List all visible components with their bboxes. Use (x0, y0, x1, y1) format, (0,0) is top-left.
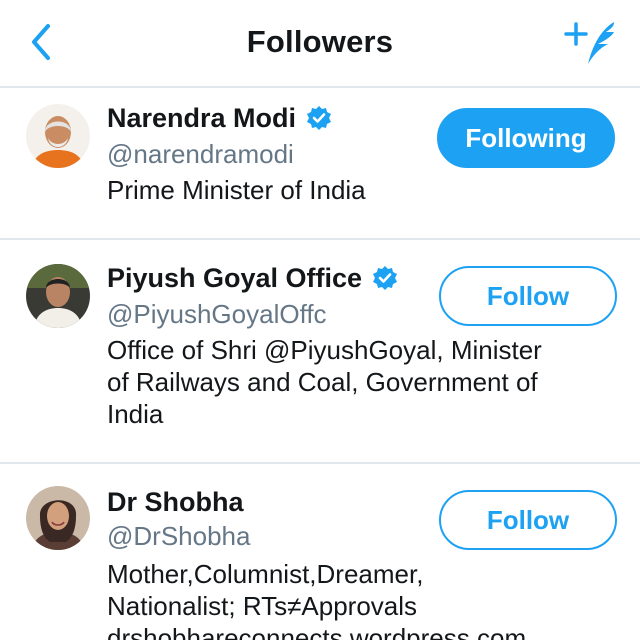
bio-line: India (107, 399, 164, 429)
follower-name-line: Piyush Goyal Office (107, 260, 398, 296)
avatar[interactable] (26, 486, 90, 550)
follower-row[interactable]: Piyush Goyal Office @PiyushGoyalOffc Off… (0, 240, 640, 464)
verified-badge-icon (373, 266, 398, 290)
follow-button[interactable]: Follow (439, 266, 617, 326)
follower-row[interactable]: Narendra Modi @narendramodi Prime Minist… (0, 88, 640, 240)
avatar[interactable] (26, 104, 90, 168)
bio-line: of Railways and Coal, Government of (107, 367, 538, 397)
follow-button[interactable]: Follow (439, 490, 617, 550)
follower-handle: @DrShobha (107, 521, 251, 551)
bio-line: Nationalist; RTs≠Approvals (107, 591, 418, 621)
follower-bio: Prime Minister of India (107, 174, 627, 206)
follower-name-line: Dr Shobha (107, 484, 244, 520)
compose-tweet-button[interactable] (564, 18, 624, 70)
following-button[interactable]: Following (437, 108, 615, 168)
page-title: Followers (246, 24, 394, 59)
bio-line: Office of Shri @PiyushGoyal, Minister (107, 335, 542, 365)
follower-name-line: Narendra Modi (107, 100, 332, 136)
bio-line[interactable]: drshobhareconnects.wordpress.com (107, 622, 627, 640)
top-navigation-bar: Followers (0, 0, 640, 88)
followers-screen: Followers Narendra Modi @narendramodi Pr… (0, 0, 640, 640)
bio-line: Prime Minister of India (107, 175, 366, 205)
follower-row[interactable]: Dr Shobha @DrShobha Mother,Columnist,Dre… (0, 464, 640, 640)
bio-line: Mother,Columnist,Dreamer, (107, 559, 424, 589)
compose-tweet-icon (564, 22, 614, 64)
avatar[interactable] (26, 264, 90, 328)
follower-bio: Office of Shri @PiyushGoyal, Minister of… (107, 334, 627, 430)
follower-handle: @PiyushGoyalOffc (107, 299, 327, 329)
verified-badge-icon (307, 106, 332, 130)
follower-bio: Mother,Columnist,Dreamer, Nationalist; R… (107, 558, 627, 640)
follower-handle: @narendramodi (107, 139, 294, 169)
follower-name[interactable]: Dr Shobha (107, 484, 244, 520)
follower-name[interactable]: Piyush Goyal Office (107, 260, 362, 296)
follower-name[interactable]: Narendra Modi (107, 100, 296, 136)
